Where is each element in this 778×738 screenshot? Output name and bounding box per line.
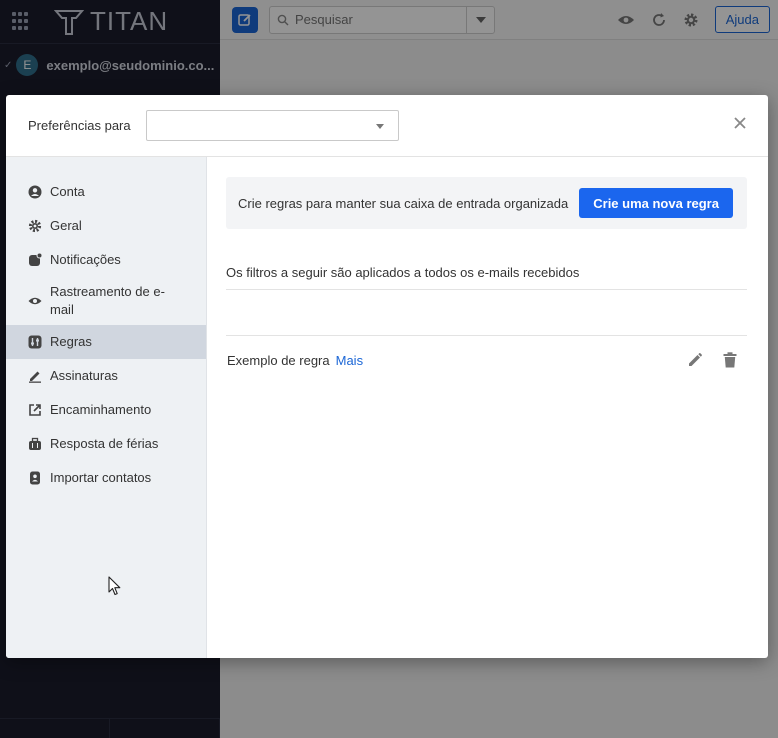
nav-item-label: Conta xyxy=(50,184,85,199)
create-rule-button[interactable]: Crie uma nova regra xyxy=(579,188,733,218)
nav-item-encaminhamento[interactable]: Encaminhamento xyxy=(6,393,206,427)
suitcase-icon xyxy=(28,437,42,451)
contact-icon xyxy=(28,471,42,485)
nav-item-rastreamento[interactable]: Rastreamento de e-mail xyxy=(6,277,206,325)
nav-item-label: Resposta de férias xyxy=(50,436,159,451)
pen-icon xyxy=(28,369,42,383)
user-circle-icon xyxy=(28,185,42,199)
forward-icon xyxy=(28,403,42,417)
divider xyxy=(226,290,747,336)
rule-more-link[interactable]: Mais xyxy=(336,353,363,368)
nav-item-geral[interactable]: Geral xyxy=(6,209,206,243)
preferences-label: Preferências para xyxy=(28,118,131,133)
trash-icon[interactable] xyxy=(723,352,737,368)
preferences-nav: Conta Geral Notificações Rastreamento de… xyxy=(6,157,207,658)
nav-item-label: Geral xyxy=(50,218,82,233)
nav-item-label: Rastreamento de e-mail xyxy=(50,284,165,317)
create-rule-banner: Crie regras para manter sua caixa de ent… xyxy=(226,177,747,229)
edit-icon[interactable] xyxy=(687,352,703,368)
preferences-modal: Preferências para Conta Geral Notificaçõ… xyxy=(6,95,768,658)
nav-item-regras[interactable]: Regras xyxy=(6,325,206,359)
gear-icon xyxy=(28,219,42,233)
close-button[interactable] xyxy=(732,115,748,131)
nav-item-label: Notificações xyxy=(50,252,121,267)
rule-name: Exemplo de regra xyxy=(227,353,330,368)
nav-item-label: Importar contatos xyxy=(50,470,152,485)
mouse-cursor-icon xyxy=(108,576,121,596)
filter-rules-icon xyxy=(28,335,42,349)
filters-heading: Os filtros a seguir são aplicados a todo… xyxy=(226,265,747,290)
rule-row[interactable]: Exemplo de regra Mais xyxy=(226,336,747,385)
nav-item-importar-contatos[interactable]: Importar contatos xyxy=(6,461,206,495)
rule-actions xyxy=(687,352,737,368)
notification-icon xyxy=(28,253,42,267)
nav-item-label: Encaminhamento xyxy=(50,402,152,417)
nav-item-assinaturas[interactable]: Assinaturas xyxy=(6,359,206,393)
nav-item-notificacoes[interactable]: Notificações xyxy=(6,243,206,277)
nav-item-conta[interactable]: Conta xyxy=(6,175,206,209)
nav-item-label: Assinaturas xyxy=(50,368,118,383)
account-select[interactable] xyxy=(145,110,399,141)
eye-icon xyxy=(28,294,42,308)
modal-header: Preferências para xyxy=(6,95,768,157)
nav-item-label: Regras xyxy=(50,334,92,349)
rules-content: Crie regras para manter sua caixa de ent… xyxy=(207,157,768,658)
close-icon xyxy=(734,117,746,129)
chevron-down-icon xyxy=(375,124,384,129)
nav-item-resposta-ferias[interactable]: Resposta de férias xyxy=(6,427,206,461)
banner-text: Crie regras para manter sua caixa de ent… xyxy=(238,195,569,211)
